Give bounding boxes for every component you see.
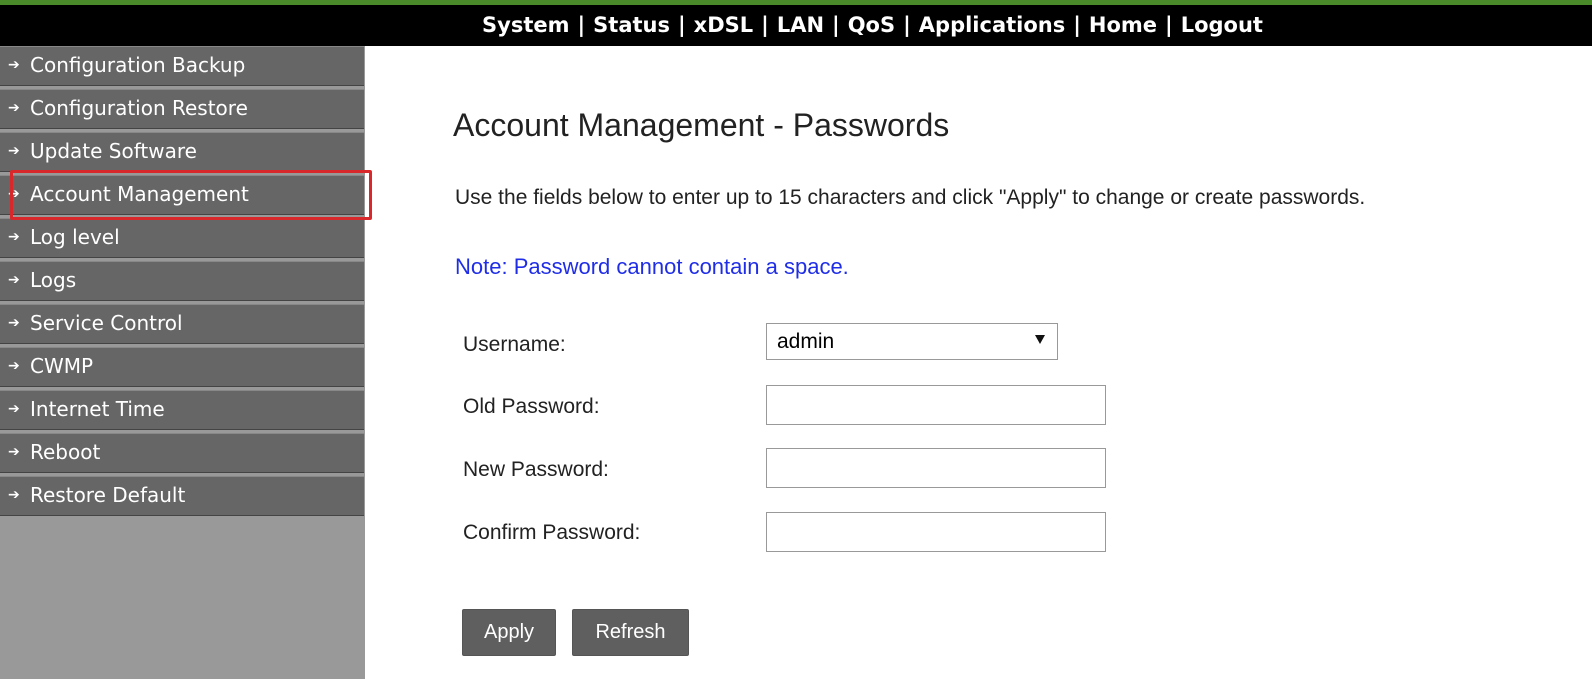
sidebar-item-label: Configuration Backup: [30, 53, 246, 77]
top-nav-bar: System | Status | xDSL | LAN | QoS | Applications |…: [0, 5, 1592, 46]
arrow-right-icon: ➔: [8, 315, 20, 331]
sidebar-item-internet-time[interactable]: ➔ Internet Time: [0, 390, 364, 430]
sidebar-item-update-software[interactable]: ➔ Update Software: [0, 132, 364, 172]
nav-separator: |: [1073, 13, 1081, 37]
nav-xdsl[interactable]: xDSL: [694, 13, 753, 37]
sidebar-item-logs[interactable]: ➔ Logs: [0, 261, 364, 301]
arrow-right-icon: ➔: [8, 100, 20, 116]
nav-system[interactable]: System: [482, 13, 569, 37]
nav-separator: |: [1165, 13, 1173, 37]
nav-qos[interactable]: QoS: [848, 13, 895, 37]
arrow-right-icon: ➔: [8, 272, 20, 288]
new-password-field[interactable]: [766, 448, 1106, 488]
arrow-right-icon: ➔: [8, 358, 20, 374]
old-password-field[interactable]: [766, 385, 1106, 425]
apply-button[interactable]: Apply: [462, 609, 556, 656]
refresh-button[interactable]: Refresh: [572, 609, 689, 656]
nav-logout[interactable]: Logout: [1181, 13, 1263, 37]
sidebar-item-cwmp[interactable]: ➔ CWMP: [0, 347, 364, 387]
new-password-label: New Password:: [463, 458, 609, 481]
nav-separator: |: [903, 13, 911, 37]
nav-separator: |: [577, 13, 586, 37]
username-selected-value: admin: [777, 330, 835, 353]
username-label: Username:: [463, 333, 566, 356]
sidebar-item-configuration-restore[interactable]: ➔ Configuration Restore: [0, 89, 364, 129]
nav-separator: |: [677, 13, 686, 37]
arrow-right-icon: ➔: [8, 487, 20, 503]
password-note: Note: Password cannot contain a space.: [455, 254, 849, 279]
sidebar-item-label: Internet Time: [30, 397, 165, 421]
confirm-password-field[interactable]: [766, 512, 1106, 552]
sidebar-item-account-management[interactable]: ➔ Account Management: [0, 175, 364, 215]
sidebar-item-label: Update Software: [30, 139, 197, 163]
sidebar-item-label: Configuration Restore: [30, 96, 248, 120]
sidebar-item-restore-default[interactable]: ➔ Restore Default: [0, 476, 364, 516]
username-select[interactable]: admin: [766, 323, 1058, 360]
nav-applications[interactable]: Applications: [919, 13, 1065, 37]
sidebar-item-label: Restore Default: [30, 483, 186, 507]
arrow-right-icon: ➔: [8, 186, 20, 202]
confirm-password-label: Confirm Password:: [463, 521, 641, 544]
nav-separator: |: [832, 13, 840, 37]
sidebar-item-log-level[interactable]: ➔ Log level: [0, 218, 364, 258]
sidebar-item-configuration-backup[interactable]: ➔ Configuration Backup: [0, 46, 364, 86]
dropdown-caret-icon: [1035, 335, 1045, 344]
page-title: Account Management - Passwords: [453, 107, 950, 143]
nav-lan[interactable]: LAN: [777, 13, 824, 37]
nav-status[interactable]: Status: [593, 13, 670, 37]
sidebar: ➔ Configuration Backup ➔ Configuration Res…: [0, 46, 365, 679]
top-nav: System | Status | xDSL | LAN | QoS | Applications |…: [482, 13, 1263, 37]
sidebar-item-reboot[interactable]: ➔ Reboot: [0, 433, 364, 473]
arrow-right-icon: ➔: [8, 143, 20, 159]
nav-separator: |: [761, 13, 769, 37]
nav-home[interactable]: Home: [1089, 13, 1157, 37]
sidebar-item-label: CWMP: [30, 354, 94, 378]
sidebar-item-label: Account Management: [30, 182, 249, 206]
page-description: Use the fields below to enter up to 15 c…: [455, 186, 1366, 209]
arrow-right-icon: ➔: [8, 401, 20, 417]
sidebar-item-service-control[interactable]: ➔ Service Control: [0, 304, 364, 344]
sidebar-item-label: Service Control: [30, 311, 183, 335]
old-password-label: Old Password:: [463, 395, 600, 418]
arrow-right-icon: ➔: [8, 444, 20, 460]
sidebar-item-label: Log level: [30, 225, 120, 249]
arrow-right-icon: ➔: [8, 229, 20, 245]
sidebar-item-label: Logs: [30, 268, 77, 292]
arrow-right-icon: ➔: [8, 57, 20, 73]
sidebar-item-label: Reboot: [30, 440, 101, 464]
